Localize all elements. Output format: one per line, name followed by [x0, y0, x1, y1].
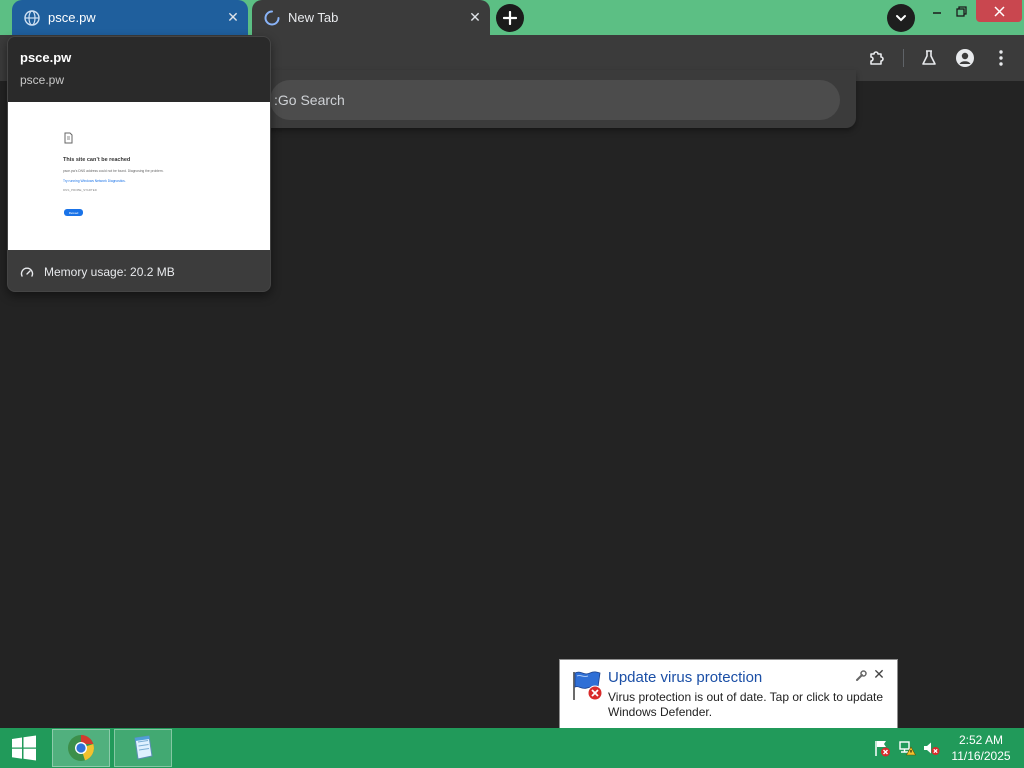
- new-tab-button[interactable]: [496, 4, 524, 32]
- chevron-down-icon: [896, 15, 906, 22]
- preview-line-1: psce.pw's DNS address could not be found…: [63, 169, 164, 173]
- notepad-icon: [134, 735, 153, 760]
- hover-card-footer: Memory usage: 20.2 MB: [8, 250, 270, 291]
- memory-gauge-icon: [20, 264, 36, 280]
- preview-reload-button: Reload: [64, 209, 83, 216]
- minimize-icon: [933, 12, 941, 14]
- balloon-title: Update virus protection: [608, 669, 763, 686]
- taskbar: 2:52 AM 11/16/2025: [0, 728, 1024, 768]
- action-center-flag-icon[interactable]: [873, 739, 891, 757]
- broken-page-icon: [64, 132, 73, 144]
- flask-icon: [922, 50, 936, 65]
- tab-strip: psce.pw ✕ New Tab ✕: [0, 0, 1024, 35]
- clock-date: 11/16/2025: [951, 749, 1011, 763]
- preview-line-3: DNS_PROBE_STARTED: [63, 188, 97, 192]
- notification-balloon[interactable]: Update virus protection Virus protection…: [559, 659, 898, 729]
- tab-close-icon[interactable]: ✕: [464, 7, 486, 29]
- hover-card-preview: This site can’t be reached psce.pw's DNS…: [8, 102, 270, 250]
- restore-button[interactable]: [950, 0, 972, 22]
- menu-button[interactable]: [988, 45, 1014, 71]
- tab-search-button[interactable]: [887, 4, 915, 32]
- tab-title: New Tab: [288, 10, 339, 25]
- preview-heading: This site can’t be reached: [63, 157, 131, 163]
- balloon-body: Virus protection is out of date. Tap or …: [608, 690, 884, 719]
- tab-new-tab[interactable]: New Tab ✕: [252, 0, 490, 35]
- windows-defender-flag-icon: [573, 671, 603, 701]
- preview-line-2: Try running Windows Network Diagnostics.: [63, 179, 126, 183]
- toolbar-separator: [903, 49, 904, 67]
- windows-logo-icon: [12, 735, 36, 761]
- plus-icon: [503, 11, 517, 25]
- minimize-button[interactable]: [926, 0, 948, 22]
- desktop: psce.pw ✕ New Tab ✕:Go Search psce.pw p…: [0, 0, 1024, 768]
- hover-card-url: psce.pw: [20, 73, 65, 87]
- clock-time: 2:52 AM: [958, 733, 1004, 747]
- puzzle-icon: [870, 51, 884, 65]
- close-icon: [993, 5, 1005, 17]
- system-clock[interactable]: 2:52 AM 11/16/2025: [944, 732, 1018, 764]
- speaker-muted-icon[interactable]: [922, 739, 940, 757]
- network-warning-icon[interactable]: [898, 739, 916, 757]
- omnibox-popup: :Go Search: [262, 70, 856, 128]
- tab-close-icon[interactable]: ✕: [222, 7, 244, 29]
- tab-hover-card: psce.pw psce.pw This site can’t be reach…: [7, 36, 271, 292]
- restore-icon: [955, 5, 967, 17]
- chrome-icon: [68, 735, 94, 761]
- loading-spinner-icon: [264, 10, 280, 26]
- start-button[interactable]: [0, 728, 48, 768]
- kebab-menu-icon: [999, 50, 1003, 66]
- wrench-icon[interactable]: [854, 669, 868, 683]
- window-close-button[interactable]: [976, 0, 1022, 22]
- omnibox-input[interactable]: :Go Search: [270, 80, 840, 120]
- hover-card-title: psce.pw: [20, 50, 72, 65]
- memory-usage-text: Memory usage: 20.2 MB: [44, 264, 175, 279]
- profile-button[interactable]: [952, 45, 978, 71]
- omnibox-text: :Go Search: [274, 92, 345, 108]
- tab-psce[interactable]: psce.pw ✕: [12, 0, 248, 35]
- globe-icon: [24, 9, 40, 26]
- balloon-close-icon[interactable]: ✕: [872, 666, 886, 682]
- labs-button[interactable]: [916, 45, 942, 71]
- tab-title: psce.pw: [48, 10, 96, 25]
- taskbar-notepad-app[interactable]: [114, 729, 172, 767]
- hover-card-header: psce.pw psce.pw: [8, 37, 270, 102]
- taskbar-chrome-app[interactable]: [52, 729, 110, 767]
- avatar-icon: [956, 49, 974, 67]
- extensions-button[interactable]: [864, 45, 890, 71]
